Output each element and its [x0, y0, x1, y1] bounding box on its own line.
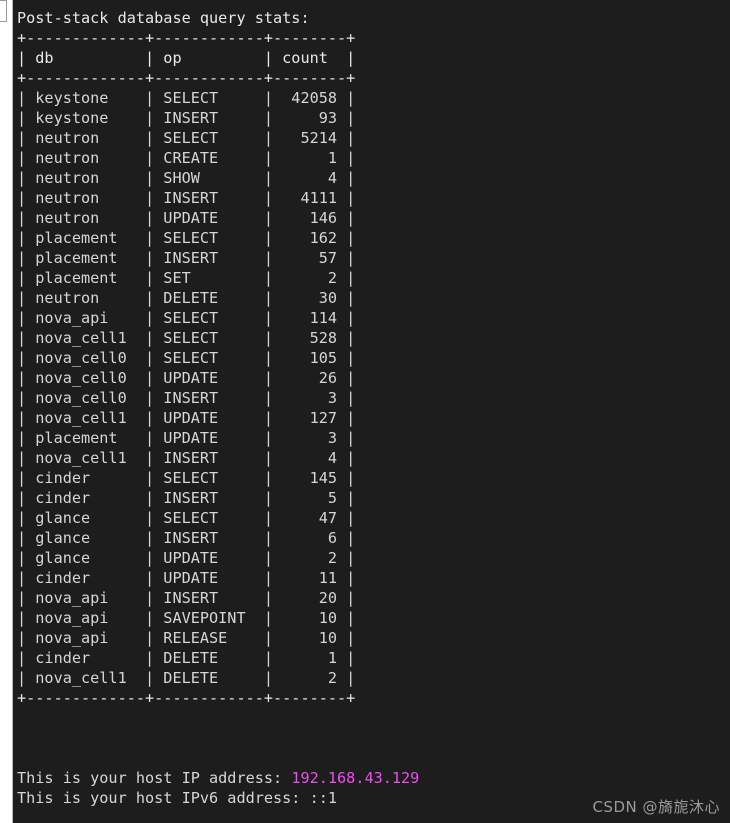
- table-row: | neutron | UPDATE | 146 |: [17, 209, 356, 227]
- table-row: | keystone | SELECT | 42058 |: [17, 89, 356, 107]
- table-row: | neutron | DELETE | 30 |: [17, 289, 356, 307]
- host-ipv6-label: This is your host IPv6 address:: [17, 789, 310, 807]
- host-ip-line: This is your host IP address: 192.168.43…: [17, 768, 730, 788]
- table-row: | nova_cell1 | DELETE | 2 |: [17, 669, 356, 687]
- table-row: | nova_api | SAVEPOINT | 10 |: [17, 609, 356, 627]
- table-row: | neutron | SHOW | 4 |: [17, 169, 356, 187]
- table-row: | placement | UPDATE | 3 |: [17, 429, 356, 447]
- table-row: | glance | UPDATE | 2 |: [17, 549, 356, 567]
- table-row: | nova_cell1 | UPDATE | 127 |: [17, 409, 356, 427]
- table-row: | glance | INSERT | 6 |: [17, 529, 356, 547]
- table-row: | nova_api | SELECT | 114 |: [17, 309, 356, 327]
- table-row: | neutron | INSERT | 4111 |: [17, 189, 356, 207]
- table-row: | nova_cell0 | INSERT | 3 |: [17, 389, 356, 407]
- host-ip-label: This is your host IP address:: [17, 769, 292, 787]
- table-row: | glance | SELECT | 47 |: [17, 509, 356, 527]
- host-ipv6-value: ::1: [309, 789, 338, 807]
- table-row: | nova_cell0 | SELECT | 105 |: [17, 349, 356, 367]
- table-row: | keystone | INSERT | 93 |: [17, 109, 356, 127]
- table-row: | nova_api | RELEASE | 10 |: [17, 629, 356, 647]
- table-row: | placement | INSERT | 57 |: [17, 249, 356, 267]
- table-row: | cinder | DELETE | 1 |: [17, 649, 356, 667]
- table-row: | placement | SET | 2 |: [17, 269, 356, 287]
- table-row: | nova_cell0 | UPDATE | 26 |: [17, 369, 356, 387]
- table-row: | cinder | INSERT | 5 |: [17, 489, 356, 507]
- stats-title: Post-stack database query stats:: [17, 9, 310, 27]
- table-row: | neutron | SELECT | 5214 |: [17, 129, 356, 147]
- table-body: | keystone | SELECT | 42058 | | keystone …: [17, 88, 730, 688]
- host-ip-value: 192.168.43.129: [291, 769, 420, 787]
- terminal-output-pane[interactable]: Post-stack database query stats: +------…: [13, 0, 730, 823]
- screenshot-root: Post-stack database query stats: +------…: [0, 0, 730, 823]
- table-row: | neutron | CREATE | 1 |: [17, 149, 356, 167]
- csdn-watermark: CSDN @旖旎沐心: [592, 798, 720, 816]
- gutter-marker: [0, 0, 7, 22]
- editor-left-gutter: [0, 0, 13, 823]
- table-row: | placement | SELECT | 162 |: [17, 229, 356, 247]
- table-row: | cinder | UPDATE | 11 |: [17, 569, 356, 587]
- table-row: | nova_cell1 | SELECT | 528 |: [17, 329, 356, 347]
- table-top-border: +-------------+------------+--------+: [17, 29, 356, 47]
- table-header-separator: +-------------+------------+--------+: [17, 69, 356, 87]
- table-header-row: | db | op | count |: [17, 49, 356, 67]
- table-row: | nova_cell1 | INSERT | 4 |: [17, 449, 356, 467]
- table-row: | nova_api | INSERT | 20 |: [17, 589, 356, 607]
- table-bottom-border: +-------------+------------+--------+: [17, 689, 356, 707]
- table-row: | cinder | SELECT | 145 |: [17, 469, 356, 487]
